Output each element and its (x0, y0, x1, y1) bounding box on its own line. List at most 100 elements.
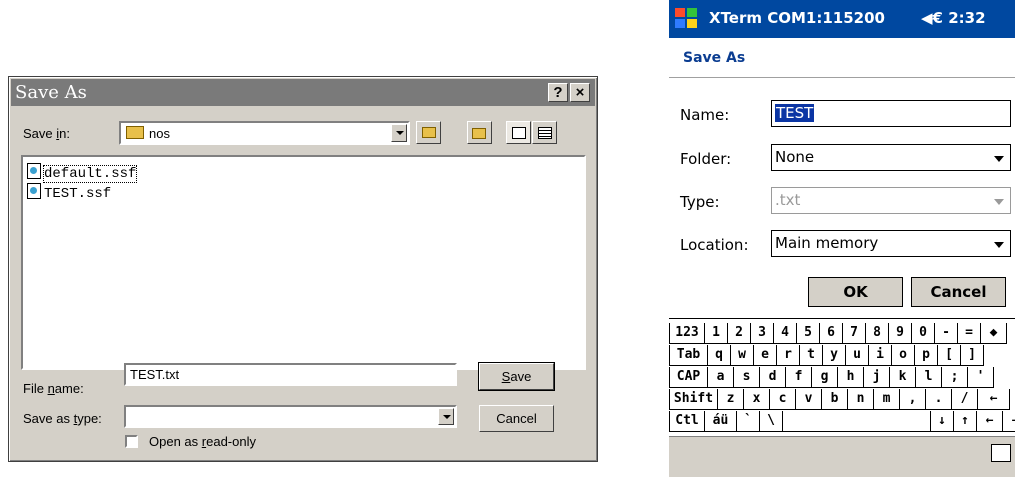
key[interactable]: j (864, 367, 890, 388)
chevron-down-icon[interactable] (438, 408, 454, 425)
key[interactable]: t (800, 345, 823, 366)
key[interactable]: 0 (912, 323, 935, 344)
key[interactable]: 4 (774, 323, 797, 344)
key[interactable]: Tab (669, 345, 708, 366)
details-view-button[interactable] (532, 121, 557, 144)
name-input[interactable]: TEST (771, 100, 1011, 127)
key[interactable]: f (786, 367, 812, 388)
key[interactable]: áü (705, 411, 737, 432)
key[interactable]: ← (977, 411, 1003, 432)
key[interactable]: a (708, 367, 734, 388)
type-value: .txt (775, 191, 801, 209)
cancel-button[interactable]: Cancel (911, 277, 1006, 307)
key[interactable]: ↓ (931, 411, 954, 432)
location-value: Main memory (775, 234, 879, 252)
key[interactable]: Shift (669, 389, 718, 410)
key[interactable]: 5 (797, 323, 820, 344)
key[interactable]: 2 (728, 323, 751, 344)
key[interactable]: \ (760, 411, 783, 432)
key[interactable]: 6 (820, 323, 843, 344)
key[interactable]: w (731, 345, 754, 366)
folder-label: Folder: (680, 150, 732, 168)
title-bar: Save As ? × (11, 79, 595, 106)
file-name: TEST.ssf (44, 186, 112, 202)
key[interactable]: [ (938, 345, 961, 366)
key[interactable] (783, 411, 931, 432)
key[interactable]: e (754, 345, 777, 366)
read-only-label: Open as read-only (149, 434, 256, 449)
start-menu-icon[interactable] (675, 8, 701, 30)
file-name-input[interactable]: TEST.txt (124, 363, 457, 386)
key[interactable]: 3 (751, 323, 774, 344)
key[interactable]: , (900, 389, 926, 410)
chevron-down-icon[interactable] (391, 124, 407, 142)
file-list[interactable]: default.ssf TEST.ssf (21, 155, 586, 370)
key[interactable]: v (796, 389, 822, 410)
key[interactable]: g (812, 367, 838, 388)
list-item[interactable]: default.ssf (27, 163, 138, 183)
file-icon (27, 163, 41, 179)
new-folder-button[interactable] (467, 121, 492, 144)
key[interactable]: z (718, 389, 744, 410)
key[interactable]: / (952, 389, 978, 410)
key[interactable]: i (869, 345, 892, 366)
name-label: Name: (680, 106, 730, 124)
chevron-down-icon (994, 199, 1004, 205)
key[interactable]: p (915, 345, 938, 366)
list-view-button[interactable] (506, 121, 531, 144)
up-one-level-button[interactable] (416, 121, 441, 144)
folder-dropdown[interactable]: None (771, 144, 1011, 171)
key[interactable]: l (916, 367, 942, 388)
key[interactable]: ← (978, 389, 1010, 410)
key[interactable]: r (777, 345, 800, 366)
dialog-title: Save As (15, 82, 87, 103)
key[interactable]: 8 (866, 323, 889, 344)
key[interactable]: ; (942, 367, 968, 388)
save-in-dropdown[interactable]: nos (119, 121, 410, 145)
key[interactable]: m (874, 389, 900, 410)
key[interactable]: n (848, 389, 874, 410)
location-dropdown[interactable]: Main memory (771, 230, 1011, 257)
key[interactable]: 1 (705, 323, 728, 344)
clock[interactable]: ◀€ 2:32 (921, 9, 986, 27)
key[interactable]: o (892, 345, 915, 366)
key[interactable]: ] (961, 345, 984, 366)
app-title: XTerm COM1:115200 (709, 9, 885, 27)
list-item[interactable]: TEST.ssf (27, 183, 112, 202)
key[interactable]: ↑ (954, 411, 977, 432)
key[interactable]: - (935, 323, 958, 344)
key[interactable]: → (1003, 411, 1015, 432)
key[interactable]: Ctl (669, 411, 705, 432)
key[interactable]: q (708, 345, 731, 366)
key[interactable]: h (838, 367, 864, 388)
menu-bar (669, 436, 1015, 477)
key[interactable]: ◆ (981, 323, 1007, 344)
key[interactable]: y (823, 345, 846, 366)
cancel-button[interactable]: Cancel (479, 405, 554, 432)
key[interactable]: s (734, 367, 760, 388)
keyboard-icon[interactable] (991, 444, 1011, 462)
key[interactable]: . (926, 389, 952, 410)
ok-button[interactable]: OK (808, 277, 903, 307)
key[interactable]: = (958, 323, 981, 344)
chevron-down-icon (994, 156, 1004, 162)
key[interactable]: ` (737, 411, 760, 432)
key[interactable]: CAP (669, 367, 708, 388)
key[interactable]: 7 (843, 323, 866, 344)
help-button[interactable]: ? (548, 83, 568, 102)
key[interactable]: c (770, 389, 796, 410)
key[interactable]: ' (968, 367, 994, 388)
key[interactable]: b (822, 389, 848, 410)
save-as-type-dropdown[interactable] (124, 405, 457, 428)
key[interactable]: 123 (669, 323, 705, 344)
close-button[interactable]: × (570, 83, 590, 102)
key[interactable]: u (846, 345, 869, 366)
save-button[interactable]: Save (478, 362, 555, 391)
pocket-pc-screen: XTerm COM1:115200 ◀€ 2:32 Save As Name: … (669, 0, 1015, 477)
key[interactable]: d (760, 367, 786, 388)
new-folder-icon (472, 128, 486, 139)
read-only-checkbox[interactable] (125, 435, 138, 448)
key[interactable]: x (744, 389, 770, 410)
key[interactable]: k (890, 367, 916, 388)
key[interactable]: 9 (889, 323, 912, 344)
